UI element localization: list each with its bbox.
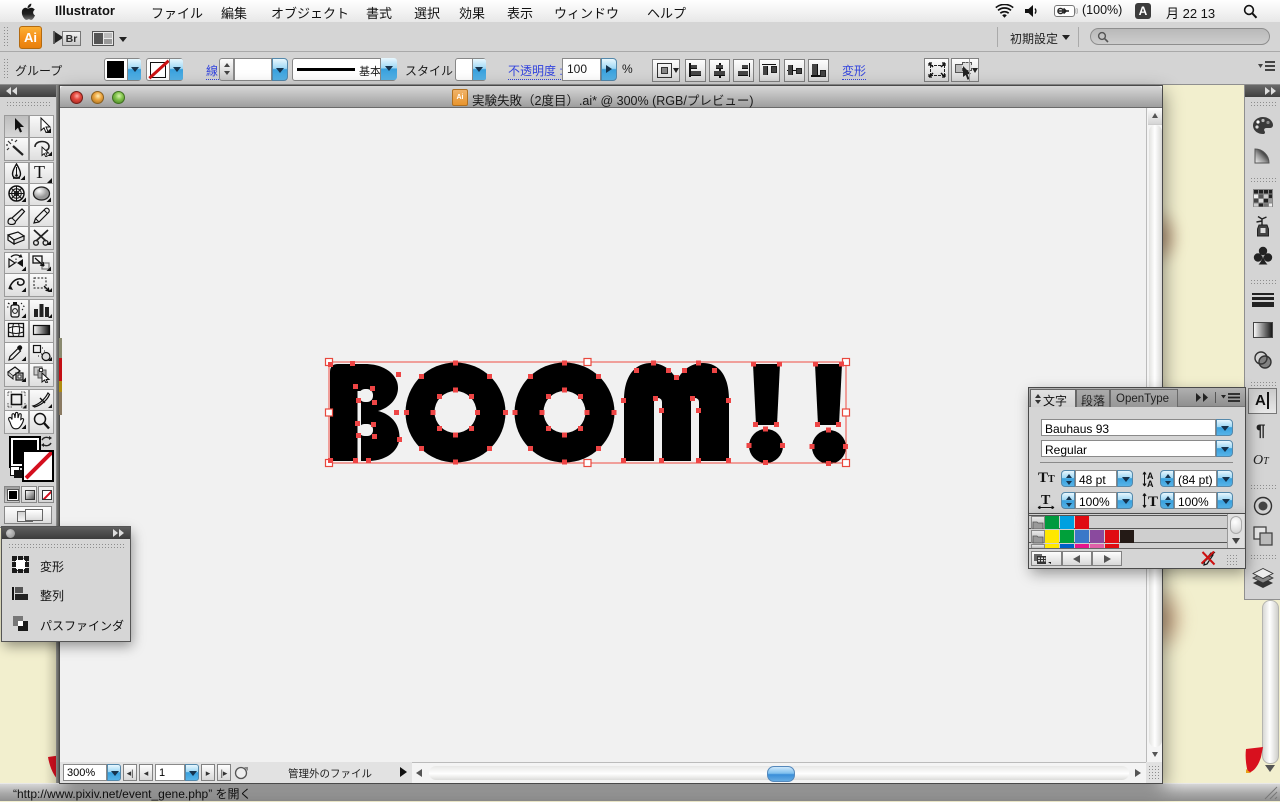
svg-text:T: T bbox=[1148, 494, 1158, 509]
svg-text:A: A bbox=[1147, 479, 1154, 487]
svg-text:T: T bbox=[1041, 493, 1051, 508]
